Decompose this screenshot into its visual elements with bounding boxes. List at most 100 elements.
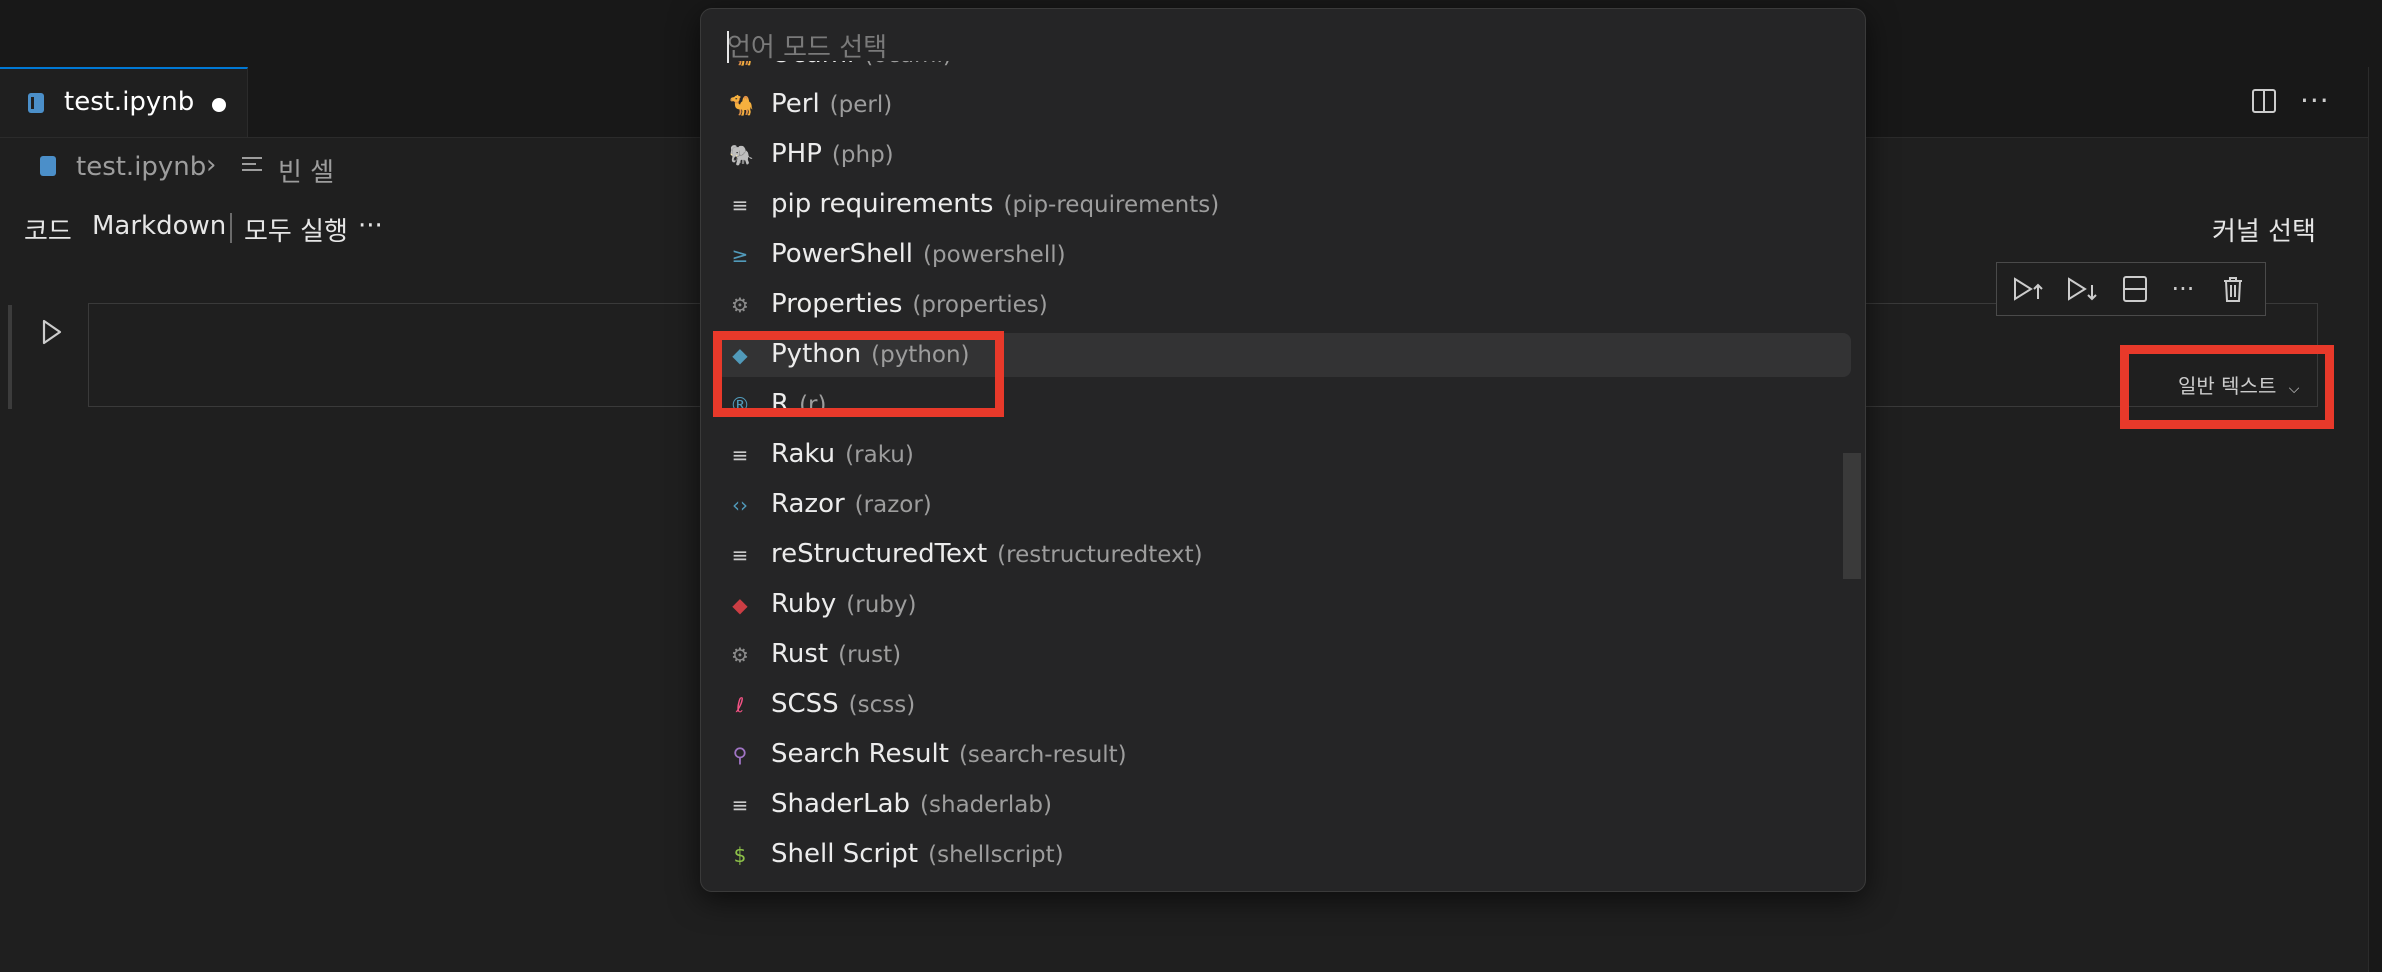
unsaved-dot-icon[interactable] [212, 98, 226, 112]
rust-icon: ⚙ [731, 643, 749, 667]
add-code-button[interactable]: 코드 [24, 211, 72, 248]
language-item-pip-requirements[interactable]: ≡ pip requirements (pip-requirements) [715, 183, 1851, 227]
run-above-icon[interactable] [2009, 273, 2045, 305]
language-name: Raku [771, 439, 836, 469]
notebook-icon [28, 93, 44, 113]
language-id: (perl) [829, 92, 893, 118]
language-item-scss[interactable]: ℓ SCSS (scss) [715, 683, 1851, 727]
language-name: reStructuredText [771, 539, 988, 569]
more-actions-icon[interactable]: ··· [2300, 84, 2330, 117]
language-item-python[interactable]: ◆ Python (python) [715, 333, 1851, 377]
language-name: Properties [771, 289, 903, 319]
language-list: 🐫 Ocaml (ocaml) 🐪 Perl (perl) 🐘 PHP (php) ≡ pip re… [701, 61, 1865, 891]
cell-focus-indicator [8, 305, 12, 409]
language-item-powershell[interactable]: ≥ PowerShell (powershell) [715, 233, 1851, 277]
language-name: Ruby [771, 589, 837, 619]
lines-icon: ≡ [731, 543, 749, 567]
language-item-text: ShaderLab (shaderlab) [771, 789, 1052, 819]
language-item-text: Rust (rust) [771, 639, 901, 669]
ocaml-icon: 🐫 [729, 61, 754, 66]
python-icon: ◆ [732, 343, 748, 367]
language-item-php[interactable]: 🐘 PHP (php) [715, 133, 1851, 177]
terminal-icon: ≥ [731, 243, 749, 267]
toolbar-divider [230, 213, 232, 243]
chevron-down-icon: ⌵ [2288, 381, 2300, 397]
notebook-icon [40, 156, 56, 176]
language-id: (shaderlab) [920, 792, 1052, 818]
language-name: SCSS [771, 689, 839, 719]
language-name: PowerShell [771, 239, 914, 269]
language-item-text: reStructuredText (restructuredtext) [771, 539, 1203, 569]
language-name: ShaderLab [771, 789, 911, 819]
language-mode-picker: 🐫 Ocaml (ocaml) 🐪 Perl (perl) 🐘 PHP (php) ≡ pip re… [700, 8, 1866, 892]
language-item-restructuredtext[interactable]: ≡ reStructuredText (restructuredtext) [715, 533, 1851, 577]
language-id: (razor) [854, 492, 932, 518]
language-item-razor[interactable]: ‹› Razor (razor) [715, 483, 1851, 527]
language-item-search-result[interactable]: ⚲ Search Result (search-result) [715, 733, 1851, 777]
language-item-text: PHP (php) [771, 139, 894, 169]
language-name: Ocaml [771, 61, 854, 69]
language-id: (raku) [845, 442, 914, 468]
dollar-icon: $ [733, 843, 747, 867]
breadcrumb-file[interactable]: test.ipynb [76, 152, 206, 182]
language-item-text: Properties (properties) [771, 289, 1048, 319]
language-item-text: Search Result (search-result) [771, 739, 1127, 769]
cell-language-label: 일반 텍스트 [2178, 374, 2277, 398]
language-name: PHP [771, 139, 822, 169]
language-item-properties[interactable]: ⚙ Properties (properties) [715, 283, 1851, 327]
language-item-text: Python (python) [771, 339, 970, 369]
language-id: (php) [831, 142, 894, 168]
text-caret [727, 31, 729, 63]
language-id: (pip-requirements) [1003, 192, 1220, 218]
language-name: Python [771, 339, 862, 369]
language-item-text: Razor (razor) [771, 489, 932, 519]
language-item-text: pip requirements (pip-requirements) [771, 189, 1219, 219]
r-icon: ® [730, 393, 750, 417]
list-scrollbar[interactable] [1843, 453, 1861, 579]
language-item-ocaml[interactable]: 🐫 Ocaml (ocaml) [715, 61, 1851, 77]
right-scrollbar[interactable] [2368, 67, 2382, 972]
language-id: (scss) [848, 692, 916, 718]
delete-cell-icon[interactable] [2215, 273, 2251, 305]
language-name: Razor [771, 489, 845, 519]
language-name: Search Result [771, 739, 949, 769]
language-item-text: Ocaml (ocaml) [771, 61, 952, 69]
language-item-ruby[interactable]: ◆ Ruby (ruby) [715, 583, 1851, 627]
language-item-r[interactable]: ® R (r) [715, 383, 1851, 427]
language-item-shaderlab[interactable]: ≡ ShaderLab (shaderlab) [715, 783, 1851, 827]
run-cell-icon[interactable] [40, 318, 64, 346]
php-icon: 🐘 [729, 143, 754, 167]
more-toolbar-icon[interactable]: ··· [358, 211, 383, 241]
lines-icon: ≡ [731, 443, 749, 467]
language-name: pip requirements [771, 189, 994, 219]
breadcrumb-separator: › [206, 150, 217, 180]
language-name: Rust [771, 639, 829, 669]
language-item-text: Perl (perl) [771, 89, 892, 119]
language-item-raku[interactable]: ≡ Raku (raku) [715, 433, 1851, 477]
cell-toolbar: ··· [1996, 262, 2266, 316]
split-editor-icon[interactable] [2252, 89, 2276, 113]
language-item-shellscript[interactable]: $ Shell Script (shellscript) [715, 833, 1851, 877]
language-name: Perl [771, 89, 820, 119]
add-markdown-button[interactable]: Markdown [92, 211, 226, 241]
run-all-button[interactable]: 모두 실행 [244, 211, 348, 248]
language-item-text: PowerShell (powershell) [771, 239, 1066, 269]
split-cell-icon[interactable] [2117, 273, 2153, 305]
language-name: R [771, 389, 790, 419]
language-item-text: SCSS (scss) [771, 689, 915, 719]
select-kernel-button[interactable]: 커널 선택 [2212, 211, 2316, 248]
language-id: (rust) [838, 642, 902, 668]
language-id: (shellscript) [928, 842, 1064, 868]
language-item-perl[interactable]: 🐪 Perl (perl) [715, 83, 1851, 127]
language-name: Shell Script [771, 839, 919, 869]
run-below-icon[interactable] [2063, 273, 2099, 305]
cell-language-button[interactable]: 일반 텍스트 ⌵ [2178, 370, 2299, 399]
tab-test-ipynb[interactable]: test.ipynb [0, 67, 248, 137]
tab-label: test.ipynb [64, 87, 195, 117]
cell-more-icon[interactable]: ··· [2165, 273, 2201, 305]
language-item-rust[interactable]: ⚙ Rust (rust) [715, 633, 1851, 677]
lines-icon: ≡ [731, 793, 749, 817]
breadcrumb-cell[interactable]: 빈 셀 [278, 152, 334, 189]
language-id: (search-result) [958, 742, 1127, 768]
lines-icon: ≡ [731, 193, 749, 217]
